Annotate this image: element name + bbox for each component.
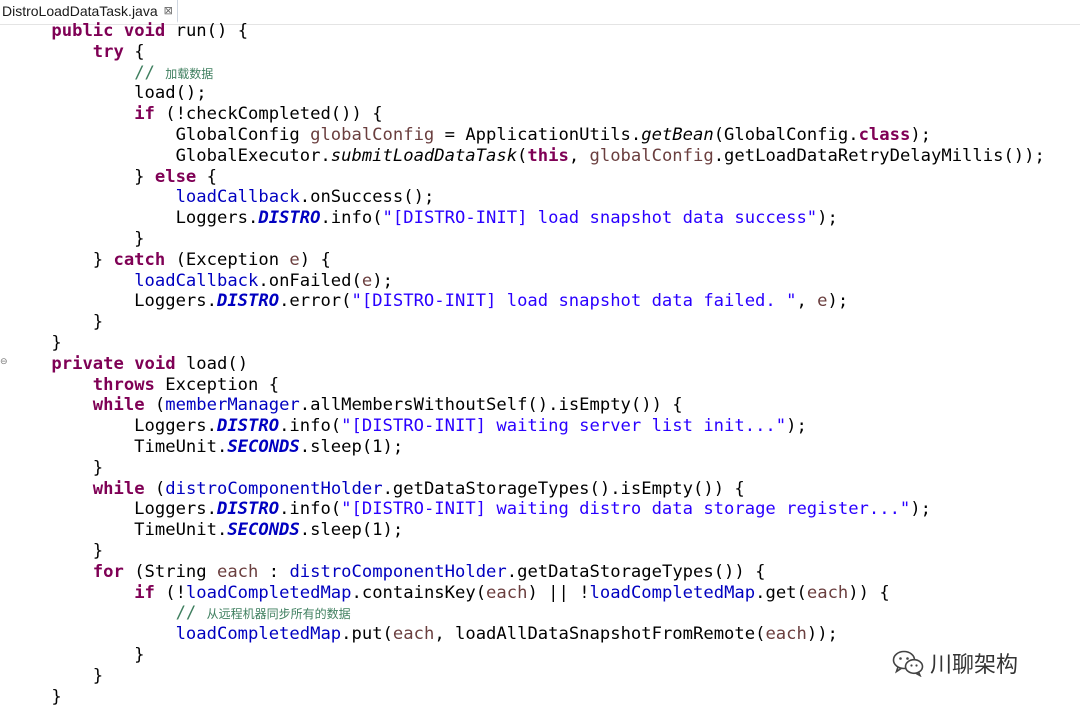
editor-gutter: ⊖: [0, 24, 10, 710]
tab-title: DistroLoadDataTask.java: [2, 2, 158, 19]
code-editor[interactable]: public void run() { try { // 加载数据 load()…: [10, 21, 1044, 707]
tab-distro-load-data-task[interactable]: DistroLoadDataTask.java ⊠: [0, 0, 178, 23]
wechat-icon: [892, 650, 924, 677]
code-comment: 从远程机器同步所有的数据: [206, 607, 351, 622]
string-literal: "[DISTRO-INIT] load snapshot data failed…: [351, 291, 797, 312]
string-literal: "[DISTRO-INIT] load snapshot data succes…: [382, 208, 818, 229]
watermark: 川聊架构: [892, 645, 1018, 681]
string-literal: "[DISTRO-INIT] waiting server list init.…: [341, 416, 787, 437]
string-literal: "[DISTRO-INIT] waiting distro data stora…: [341, 499, 911, 520]
close-icon[interactable]: ⊠: [164, 4, 173, 17]
fold-marker-icon[interactable]: ⊖: [0, 358, 8, 367]
watermark-text: 川聊架构: [930, 653, 1019, 678]
code-comment: 加载数据: [165, 66, 214, 81]
